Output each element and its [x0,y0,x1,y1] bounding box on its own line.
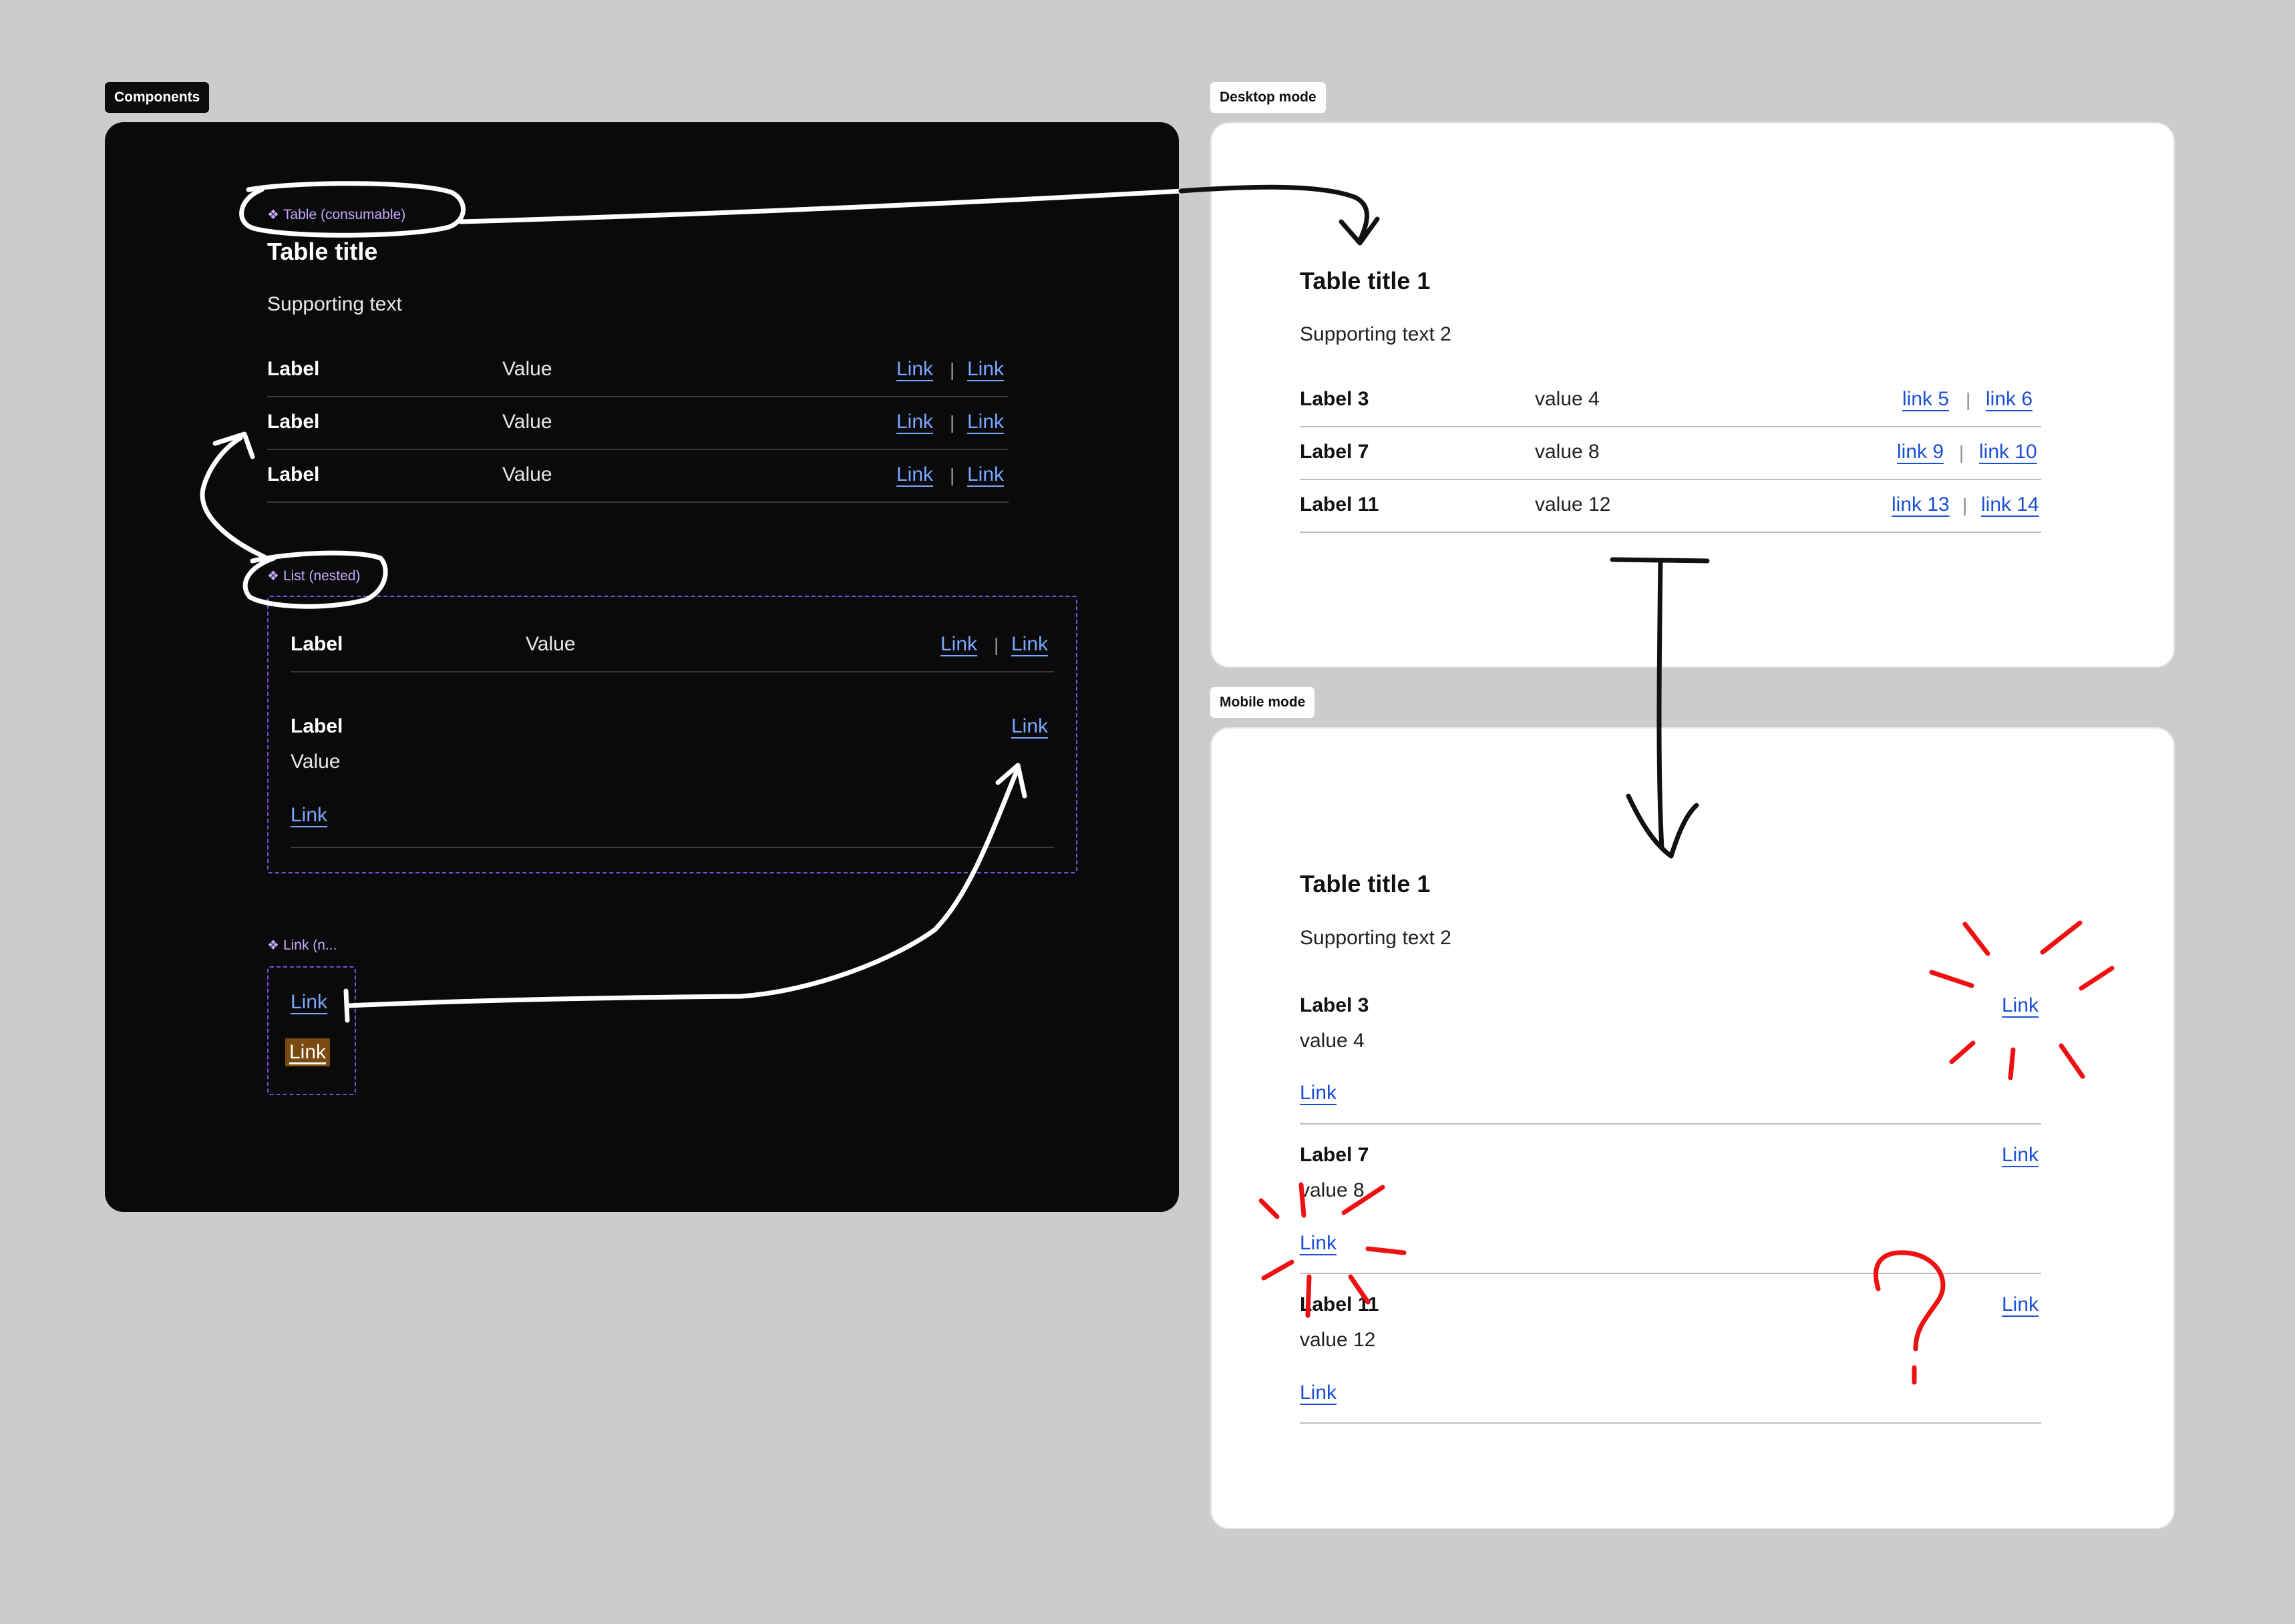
row-link-1[interactable]: link 13 [1892,493,1950,516]
row-link-2[interactable]: Link [967,411,1004,433]
row-link-2[interactable]: link 6 [1986,388,2033,411]
desktop-mode-frame-tag[interactable]: Desktop mode [1210,82,1326,113]
row-link-1[interactable]: link 9 [1897,441,1944,463]
mobile-mode-frame [1210,727,2175,1529]
mobile-link-bottom[interactable]: Link [1300,1382,1337,1404]
link-default-state[interactable]: Link [291,991,327,1014]
mobile-link-right[interactable]: Link [2002,1293,2039,1316]
mobile-supporting-text: Supporting text 2 [1300,927,1451,949]
mobile-link-right[interactable]: Link [2002,994,2039,1017]
table-component-tag[interactable]: ❖ Table (consumable) [267,206,405,223]
mobile-table-title: Table title 1 [1300,870,1431,897]
list-row1-label: Label [291,633,343,655]
list-row1-link-2[interactable]: Link [1011,633,1048,656]
mobile-mode-frame-tag[interactable]: Mobile mode [1210,687,1315,718]
component-supporting-text: Supporting text [267,293,402,315]
row-link-1[interactable]: Link [896,411,933,433]
desktop-table-title: Table title 1 [1300,267,1431,294]
row-link-1[interactable]: Link [896,463,933,486]
link-hover-state[interactable]: Link [285,1038,331,1066]
list-component-tag[interactable]: ❖ List (nested) [267,568,361,584]
component-table-title: Table title [267,238,378,265]
list-row2-label: Label [291,715,343,737]
row-link-2[interactable]: link 10 [1979,441,2037,463]
row-link-2[interactable]: link 14 [1981,493,2039,516]
component-diamond-icon: ❖ [267,938,279,953]
row-link-1[interactable]: link 5 [1902,388,1949,411]
link-component-tag[interactable]: ❖ Link (n... [267,937,337,954]
mobile-link-bottom[interactable]: Link [1300,1232,1337,1255]
list-row2-value: Value [291,751,341,773]
list-row2-link-right[interactable]: Link [1011,715,1048,738]
list-row1-value: Value [526,633,576,655]
list-row1-link-1[interactable]: Link [940,633,977,656]
component-diamond-icon: ❖ [267,569,279,584]
row-link-2[interactable]: Link [967,463,1004,486]
mobile-link-right[interactable]: Link [2002,1144,2039,1167]
link-nested-selection[interactable] [267,966,356,1095]
row-link-1[interactable]: Link [896,358,933,381]
desktop-supporting-text: Supporting text 2 [1300,323,1451,345]
row-link-2[interactable]: Link [967,358,1004,381]
mobile-link-bottom[interactable]: Link [1300,1082,1337,1104]
component-diamond-icon: ❖ [267,208,279,222]
list-row2-link-bottom[interactable]: Link [291,804,327,827]
components-frame-tag[interactable]: Components [105,82,210,113]
